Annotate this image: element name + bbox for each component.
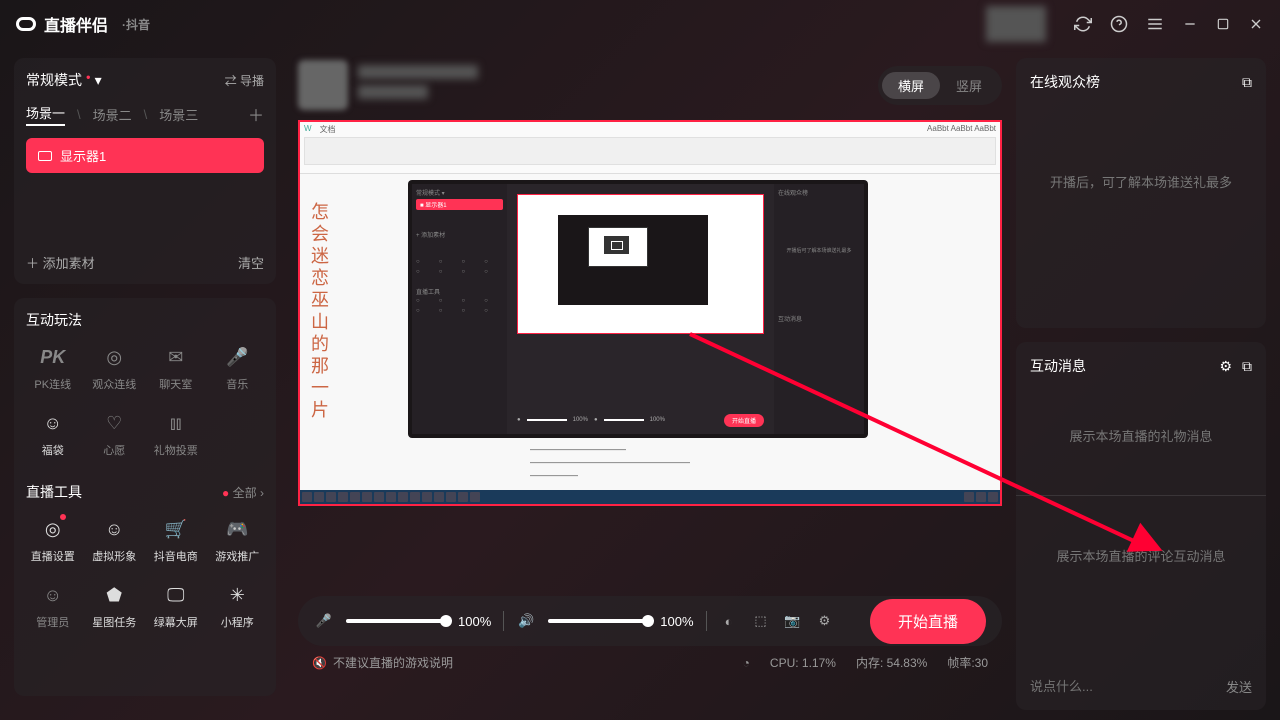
audience-title: 在线观众榜: [1030, 72, 1100, 92]
greenscreen[interactable]: 🖵绿幕大屏: [149, 582, 203, 630]
wish[interactable]: ♡心愿: [88, 410, 142, 458]
miniapp[interactable]: ✳小程序: [211, 582, 265, 630]
help-icon[interactable]: [1110, 15, 1128, 33]
refresh-icon[interactable]: [1074, 15, 1092, 33]
mic-icon[interactable]: 🎤: [314, 613, 334, 629]
tools-title: 直播工具: [26, 482, 82, 502]
ecommerce[interactable]: 🛒抖音电商: [149, 516, 203, 564]
interact-title: 互动玩法: [26, 310, 264, 330]
perf-icon: ◔: [743, 656, 750, 670]
lucky-bag[interactable]: ☺福袋: [26, 410, 80, 458]
audience-placeholder: 开播后，可了解本场谁送礼最多: [1030, 92, 1252, 271]
right-panel: 在线观众榜 ⧉ 开播后，可了解本场谁送礼最多 互动消息 ⚙ ⧉ 展示本场直播的礼物…: [1010, 48, 1280, 720]
mic-slider[interactable]: [346, 619, 446, 623]
mixer-icon[interactable]: ◐: [719, 614, 739, 629]
scene-tab-2[interactable]: 场景二: [93, 105, 132, 124]
user-thumb[interactable]: [298, 60, 348, 110]
mem-status: 内存: 54.83%: [856, 654, 927, 671]
minimize-icon[interactable]: [1182, 16, 1198, 32]
camera-icon[interactable]: 📷: [783, 613, 803, 629]
mode-selector[interactable]: 常规模式 ● ▾: [26, 70, 102, 90]
vertical-text: 怎会迷恋巫山的那一片: [306, 202, 332, 422]
maximize-icon[interactable]: [1216, 17, 1230, 31]
scene-tabs: 场景一 \ 场景二 \ 场景三 ＋: [26, 102, 264, 126]
speaker-icon[interactable]: 🔊: [516, 613, 536, 629]
titlebar: 直播伴侣 ·抖音: [0, 0, 1280, 48]
orientation-tabs: 横屏 竖屏: [878, 66, 1002, 105]
sidebar: 常规模式 ● ▾ ⇄ 导播 场景一 \ 场景二 \ 场景三 ＋ 显示器1 ＋ 添…: [0, 48, 290, 720]
game-note[interactable]: 不建议直播的游戏说明: [333, 654, 453, 671]
status-bar: 🔇 不建议直播的游戏说明 ◔ CPU: 1.17% 内存: 54.83% 帧率:…: [298, 646, 1002, 679]
pk-link[interactable]: PKPK连线: [26, 344, 80, 392]
scene-panel: 常规模式 ● ▾ ⇄ 导播 场景一 \ 场景二 \ 场景三 ＋ 显示器1 ＋ 添…: [14, 58, 276, 284]
send-button[interactable]: 发送: [1226, 677, 1252, 696]
monitor-icon: [38, 151, 52, 161]
user-avatar[interactable]: [986, 6, 1046, 42]
gift-placeholder: 展示本场直播的礼物消息: [1030, 376, 1252, 495]
audience-panel: 在线观众榜 ⧉ 开播后，可了解本场谁送礼最多: [1016, 58, 1266, 328]
admin[interactable]: ☺管理员: [26, 582, 80, 630]
close-icon[interactable]: [1248, 16, 1264, 32]
game-promo[interactable]: 🎮游戏推广: [211, 516, 265, 564]
gear-icon[interactable]: ⚙: [1219, 358, 1232, 374]
preview-canvas[interactable]: W文档AaBbt AaBbt AaBbt 怎会迷恋巫山的那一片 常规模式 ▾ ■…: [298, 120, 1002, 506]
popout-icon[interactable]: ⧉: [1242, 74, 1252, 91]
interact-panel: 互动玩法 PKPK连线 ◎观众连线 ✉聊天室 🎤音乐 ☺福袋 ♡心愿 ⫾⫾礼物投…: [14, 298, 276, 696]
nested-preview: 常规模式 ▾ ■ 显示器1 + 添加素材 ○○○○ ○○○○ 直播工具 ○○○○…: [408, 180, 868, 438]
start-stream-button[interactable]: 开始直播: [870, 599, 986, 644]
fps-status: 帧率:30: [947, 654, 988, 671]
scene-tab-1[interactable]: 场景一: [26, 103, 65, 126]
settings-icon[interactable]: ⚙: [815, 613, 835, 629]
msg-title: 互动消息: [1030, 356, 1086, 376]
music[interactable]: 🎤音乐: [211, 344, 265, 392]
source-monitor-1[interactable]: 显示器1: [26, 138, 264, 173]
center-area: 横屏 竖屏 W文档AaBbt AaBbt AaBbt 怎会迷恋巫山的那一片 常规…: [290, 48, 1010, 720]
clear-button[interactable]: 清空: [238, 253, 264, 272]
audio-bar: 🎤 100% 🔊 100% ◐ ⬚ 📷 ⚙ 开始直播: [298, 596, 1002, 646]
mute-icon: 🔇: [312, 656, 327, 670]
menu-icon[interactable]: [1146, 15, 1164, 33]
mic-pct: 100%: [458, 614, 491, 629]
gift-vote[interactable]: ⫾⫾礼物投票: [149, 410, 203, 458]
app-name: 直播伴侣: [44, 12, 108, 36]
popout-icon-2[interactable]: ⧉: [1242, 358, 1252, 374]
add-source-button[interactable]: ＋ 添加素材: [26, 253, 95, 272]
spk-pct: 100%: [660, 614, 693, 629]
cpu-status: CPU: 1.17%: [770, 656, 836, 670]
chat-input[interactable]: [1030, 679, 1226, 694]
effects-icon[interactable]: ⬚: [751, 613, 771, 629]
daobo-toggle[interactable]: ⇄ 导播: [225, 72, 264, 89]
orient-vertical[interactable]: 竖屏: [940, 72, 998, 99]
orient-horizontal[interactable]: 横屏: [882, 72, 940, 99]
virtual-avatar[interactable]: ☺虚拟形象: [88, 516, 142, 564]
scene-tab-3[interactable]: 场景三: [159, 105, 198, 124]
app-logo: 直播伴侣 ·抖音: [16, 12, 150, 36]
add-scene-icon[interactable]: ＋: [248, 102, 264, 126]
all-tools-link[interactable]: ● 全部 ›: [222, 484, 264, 501]
stream-settings[interactable]: ◎直播设置: [26, 516, 80, 564]
chatroom[interactable]: ✉聊天室: [149, 344, 203, 392]
speaker-slider[interactable]: [548, 619, 648, 623]
audience-link[interactable]: ◎观众连线: [88, 344, 142, 392]
logo-icon: [16, 17, 36, 31]
app-sub: ·抖音: [122, 16, 150, 33]
xingtu[interactable]: ⬟星图任务: [88, 582, 142, 630]
